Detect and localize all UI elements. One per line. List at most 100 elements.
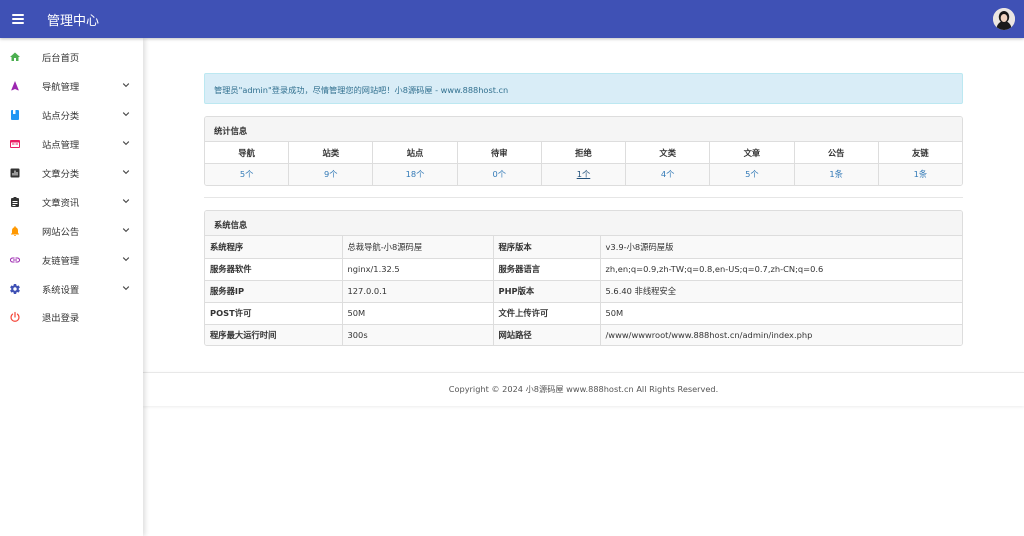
power-icon bbox=[9, 311, 21, 323]
table-cell-key: 系统程序 bbox=[205, 236, 343, 259]
chevron-down-icon bbox=[122, 141, 130, 146]
table-cell-key: 文件上传许可 bbox=[493, 302, 601, 325]
sidebar-item-articles[interactable]: 文章资讯 bbox=[0, 187, 143, 216]
sidebar-item-site-management[interactable]: 站点管理 bbox=[0, 130, 143, 159]
stat-value-link[interactable]: 5个 bbox=[710, 164, 794, 185]
link-icon bbox=[9, 254, 21, 266]
table-cell-value: 50M bbox=[600, 302, 962, 325]
table-row: 服务器软件 nginx/1.32.5 服务器语言 zh,en;q=0.9,zh-… bbox=[205, 258, 962, 281]
table-row: 程序最大运行时间 300s 网站路径 /www/wwwroot/www.888h… bbox=[205, 324, 962, 345]
table-row: 系统程序 总裁导航-小8源码屋 程序版本 v3.9-小8源码屋版 bbox=[205, 236, 962, 259]
stat-column: 文章 5个 bbox=[710, 142, 795, 185]
divider bbox=[204, 197, 963, 198]
sidebar-item-label: 后台首页 bbox=[42, 53, 80, 65]
browser-window-icon bbox=[9, 138, 21, 150]
table-cell-key: 程序最大运行时间 bbox=[205, 324, 343, 345]
chevron-down-icon bbox=[122, 227, 130, 232]
stat-value-link[interactable]: 18个 bbox=[373, 164, 457, 185]
system-info-panel: 系统信息 系统程序 总裁导航-小8源码屋 程序版本 v3.9-小8源码屋版 服务… bbox=[204, 210, 963, 346]
stat-value-link[interactable]: 1条 bbox=[794, 164, 878, 185]
stat-column: 导航 5个 bbox=[205, 142, 290, 185]
table-cell-value: 127.0.0.1 bbox=[342, 280, 494, 303]
chevron-down-icon bbox=[122, 256, 130, 261]
table-cell-key: 网站路径 bbox=[493, 324, 601, 345]
sidebar-item-label: 网站公告 bbox=[42, 226, 80, 238]
table-cell-value: /www/wwwroot/www.888host.cn/admin/index.… bbox=[600, 324, 962, 345]
clipboard-icon bbox=[9, 196, 21, 208]
sidebar-item-label: 友链管理 bbox=[42, 255, 80, 267]
stat-label: 文章 bbox=[710, 142, 794, 164]
stat-label: 导航 bbox=[205, 142, 289, 164]
table-cell-value: 5.6.40 非线程安全 bbox=[600, 280, 962, 303]
stat-label: 站类 bbox=[289, 142, 373, 164]
sidebar: 后台首页 导航管理 站点分类 站点管理 文章分类 文章资讯 网站公告 友链管理 … bbox=[0, 38, 143, 536]
home-icon bbox=[9, 51, 21, 63]
footer-copyright: Copyright © 2024 小8源码屋 www.888host.cn Al… bbox=[143, 372, 1024, 406]
stat-column: 文类 4个 bbox=[626, 142, 711, 185]
table-cell-value: zh,en;q=0.9,zh-TW;q=0.8,en-US;q=0.7,zh-C… bbox=[600, 258, 962, 281]
stat-value-link[interactable]: 5个 bbox=[205, 164, 289, 185]
stat-value-link[interactable]: 1条 bbox=[878, 164, 962, 185]
navigation-icon bbox=[9, 80, 21, 92]
stat-label: 拒绝 bbox=[541, 142, 626, 164]
table-cell-value: 300s bbox=[342, 324, 494, 345]
bar-chart-icon bbox=[9, 167, 21, 179]
bell-icon bbox=[9, 225, 21, 237]
top-app-bar: 管理中心 bbox=[0, 0, 1024, 38]
table-cell-value: v3.9-小8源码屋版 bbox=[600, 236, 962, 259]
stat-column: 拒绝 1个 bbox=[541, 142, 627, 185]
main-content: 管理员"admin"登录成功，尽情管理您的网站吧！小8源码屋 - www.888… bbox=[143, 38, 1024, 536]
table-cell-value: 总裁导航-小8源码屋 bbox=[342, 236, 494, 259]
stat-value-link[interactable]: 4个 bbox=[626, 164, 710, 185]
stat-label: 站点 bbox=[373, 142, 457, 164]
table-row: 服务器IP 127.0.0.1 PHP版本 5.6.40 非线程安全 bbox=[205, 280, 962, 303]
sidebar-item-label: 站点分类 bbox=[42, 111, 80, 123]
sidebar-item-label: 文章资讯 bbox=[42, 197, 80, 209]
table-cell-key: 服务器软件 bbox=[205, 258, 343, 281]
stat-column: 公告 1条 bbox=[794, 142, 879, 185]
stat-label: 公告 bbox=[794, 142, 878, 164]
sidebar-item-label: 导航管理 bbox=[42, 82, 80, 94]
stat-column: 站点 18个 bbox=[373, 142, 458, 185]
stat-label: 待审 bbox=[457, 142, 541, 164]
book-icon bbox=[9, 109, 21, 121]
table-cell-key: 程序版本 bbox=[493, 236, 601, 259]
sidebar-item-navigation[interactable]: 导航管理 bbox=[0, 72, 143, 101]
system-info-table: 系统程序 总裁导航-小8源码屋 程序版本 v3.9-小8源码屋版 服务器软件 n… bbox=[205, 236, 962, 345]
hamburger-menu-icon[interactable] bbox=[12, 12, 24, 26]
chevron-down-icon bbox=[122, 199, 130, 204]
sidebar-item-system-settings[interactable]: 系统设置 bbox=[0, 274, 143, 303]
table-cell-key: 服务器IP bbox=[205, 280, 343, 303]
sidebar-item-site-category[interactable]: 站点分类 bbox=[0, 101, 143, 130]
table-cell-key: POST许可 bbox=[205, 302, 343, 325]
stat-value-link[interactable]: 9个 bbox=[289, 164, 373, 185]
sidebar-item-label: 退出登录 bbox=[42, 313, 80, 325]
table-cell-key: 服务器语言 bbox=[493, 258, 601, 281]
table-cell-value: 50M bbox=[342, 302, 494, 325]
sidebar-item-logout[interactable]: 退出登录 bbox=[0, 303, 143, 332]
statistics-panel: 统计信息 导航 5个 站类 9个 站点 18个 待审 0个 拒绝 1个 文类 4… bbox=[204, 116, 963, 186]
system-info-panel-title: 系统信息 bbox=[205, 211, 962, 236]
sidebar-item-announcements[interactable]: 网站公告 bbox=[0, 216, 143, 245]
statistics-panel-title: 统计信息 bbox=[205, 117, 962, 142]
chevron-down-icon bbox=[122, 112, 130, 117]
table-cell-value: nginx/1.32.5 bbox=[342, 258, 494, 281]
chevron-down-icon bbox=[122, 285, 130, 290]
sidebar-item-dashboard[interactable]: 后台首页 bbox=[0, 43, 143, 72]
sidebar-item-friend-links[interactable]: 友链管理 bbox=[0, 245, 143, 274]
sidebar-item-article-category[interactable]: 文章分类 bbox=[0, 159, 143, 188]
user-avatar[interactable] bbox=[993, 8, 1015, 30]
table-cell-key: PHP版本 bbox=[493, 280, 601, 303]
chevron-down-icon bbox=[122, 170, 130, 175]
stat-column: 友链 1条 bbox=[878, 142, 962, 185]
stat-column: 站类 9个 bbox=[289, 142, 374, 185]
stat-label: 文类 bbox=[626, 142, 710, 164]
stat-value-link[interactable]: 1个 bbox=[541, 164, 626, 185]
chevron-down-icon bbox=[122, 83, 130, 88]
gear-icon bbox=[9, 283, 21, 295]
login-success-alert: 管理员"admin"登录成功，尽情管理您的网站吧！小8源码屋 - www.888… bbox=[204, 73, 963, 104]
stat-column: 待审 0个 bbox=[457, 142, 542, 185]
stat-value-link[interactable]: 0个 bbox=[457, 164, 541, 185]
app-title: 管理中心 bbox=[47, 13, 100, 29]
sidebar-item-label: 站点管理 bbox=[42, 140, 80, 152]
